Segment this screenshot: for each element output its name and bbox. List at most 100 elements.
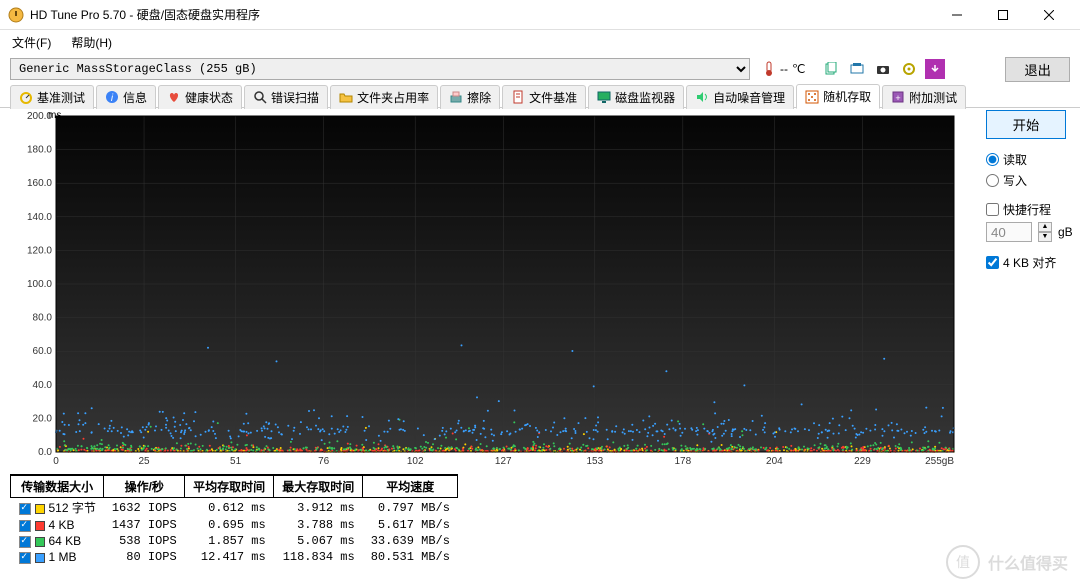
row-speed: 5.617 MB/s (363, 517, 458, 533)
file-bench-icon (511, 90, 525, 104)
tab-label: 随机存取 (823, 88, 871, 105)
heart-icon (167, 90, 181, 104)
series-color-icon (35, 553, 45, 563)
tab-label: 信息 (123, 89, 147, 106)
svg-text:40.0: 40.0 (33, 380, 53, 391)
tab-2[interactable]: 健康状态 (158, 85, 242, 109)
svg-text:20.0: 20.0 (33, 413, 53, 424)
random-icon (805, 90, 819, 104)
tab-label: 文件夹占用率 (357, 89, 429, 106)
row-checkbox[interactable] (19, 536, 31, 548)
tab-6[interactable]: 文件基准 (502, 85, 586, 109)
row-speed: 0.797 MB/s (363, 498, 458, 518)
table-row: 4 KB1437 IOPS0.695 ms3.788 ms5.617 MB/s (11, 517, 458, 533)
tab-label: 擦除 (467, 89, 491, 106)
side-panel: 开始 读取 写入 快捷行程 ▲ ▼ gB 4 KB 对齐 (970, 110, 1070, 565)
row-avg: 12.417 ms (185, 549, 274, 565)
start-button[interactable]: 开始 (986, 110, 1066, 139)
gauge-icon (19, 90, 33, 104)
folder-icon (339, 90, 353, 104)
row-speed: 80.531 MB/s (363, 549, 458, 565)
results-header: 最大存取时间 (274, 475, 363, 498)
menu-help[interactable]: 帮助(H) (67, 32, 116, 53)
row-max: 5.067 ms (274, 533, 363, 549)
minimize-button[interactable] (934, 0, 980, 30)
temp-value: -- (780, 62, 788, 76)
info-icon: i (105, 90, 119, 104)
svg-text:60.0: 60.0 (33, 346, 53, 357)
row-max: 3.912 ms (274, 498, 363, 518)
series-color-icon (35, 504, 45, 514)
row-checkbox[interactable] (19, 552, 31, 564)
row-iops: 1632 IOPS (104, 498, 185, 518)
menu-file[interactable]: 文件(F) (8, 32, 55, 53)
tab-bar: 基准测试 i 信息 健康状态错误扫描 文件夹占用率 擦除文件基准 磁盘监视器 自动噪音管理 随机… (0, 84, 1080, 108)
chart-area: ms 0.020.040.060.080.0100.0120.0140.0160… (10, 110, 970, 565)
spin-down-button[interactable]: ▼ (1038, 232, 1052, 242)
table-row: 512 字节1632 IOPS0.612 ms3.912 ms0.797 MB/… (11, 498, 458, 518)
read-radio[interactable]: 读取 (986, 151, 1070, 168)
row-label: 1 MB (49, 550, 77, 564)
quick-size-input[interactable] (986, 222, 1032, 242)
quick-checkbox[interactable]: 快捷行程 (986, 201, 1070, 218)
row-label: 4 KB (49, 518, 75, 532)
row-max: 118.834 ms (274, 549, 363, 565)
row-label: 64 KB (49, 534, 82, 548)
row-speed: 33.639 MB/s (363, 533, 458, 549)
copy-icon[interactable] (821, 59, 841, 79)
tab-7[interactable]: 磁盘监视器 (588, 85, 684, 109)
results-header: 操作/秒 (104, 475, 185, 498)
settings-icon[interactable] (899, 59, 919, 79)
row-checkbox[interactable] (19, 503, 31, 515)
row-label: 512 字节 (49, 501, 96, 515)
save-icon[interactable] (925, 59, 945, 79)
tab-10[interactable]: +附加测试 (882, 85, 966, 109)
tab-1[interactable]: i 信息 (96, 85, 156, 109)
svg-text:0.0: 0.0 (38, 447, 52, 458)
watermark: 值 什么值得买 (946, 545, 1068, 579)
camera-icon[interactable] (873, 59, 893, 79)
screenshot-icon[interactable] (847, 59, 867, 79)
tab-3[interactable]: 错误扫描 (244, 85, 328, 109)
svg-text:255gB: 255gB (925, 456, 954, 467)
row-iops: 538 IOPS (104, 533, 185, 549)
spin-up-button[interactable]: ▲ (1038, 222, 1052, 232)
tab-0[interactable]: 基准测试 (10, 85, 94, 109)
temp-unit: ℃ (792, 62, 805, 76)
app-icon (8, 7, 24, 23)
menubar: 文件(F) 帮助(H) (0, 30, 1080, 54)
svg-text:102: 102 (407, 456, 424, 467)
tab-label: 健康状态 (185, 89, 233, 106)
close-button[interactable] (1026, 0, 1072, 30)
tab-5[interactable]: 擦除 (440, 85, 500, 109)
svg-text:76: 76 (318, 456, 330, 467)
monitor-icon (597, 90, 611, 104)
tab-9[interactable]: 随机存取 (796, 84, 880, 109)
tab-label: 自动噪音管理 (713, 89, 785, 106)
svg-text:120.0: 120.0 (27, 245, 52, 256)
tab-8[interactable]: 自动噪音管理 (686, 85, 794, 109)
exit-button[interactable]: 退出 (1005, 57, 1070, 82)
tab-label: 磁盘监视器 (615, 89, 675, 106)
svg-text:127: 127 (495, 456, 512, 467)
svg-text:204: 204 (766, 456, 783, 467)
svg-text:+: + (896, 93, 901, 103)
svg-text:140.0: 140.0 (27, 212, 52, 223)
svg-text:160.0: 160.0 (27, 178, 52, 189)
y-unit-label: ms (48, 110, 61, 121)
write-radio[interactable]: 写入 (986, 172, 1070, 189)
chart-box: ms 0.020.040.060.080.0100.0120.0140.0160… (10, 110, 970, 470)
row-max: 3.788 ms (274, 517, 363, 533)
row-checkbox[interactable] (19, 520, 31, 532)
noise-icon (695, 90, 709, 104)
drive-select[interactable]: Generic MassStorageClass (255 gB) (10, 58, 750, 80)
tab-4[interactable]: 文件夹占用率 (330, 85, 438, 109)
svg-text:80.0: 80.0 (33, 313, 53, 324)
align-checkbox[interactable]: 4 KB 对齐 (986, 254, 1070, 271)
spin-unit: gB (1058, 225, 1073, 239)
erase-icon (449, 90, 463, 104)
results-header: 平均存取时间 (185, 475, 274, 498)
maximize-button[interactable] (980, 0, 1026, 30)
svg-text:153: 153 (586, 456, 603, 467)
series-color-icon (35, 537, 45, 547)
